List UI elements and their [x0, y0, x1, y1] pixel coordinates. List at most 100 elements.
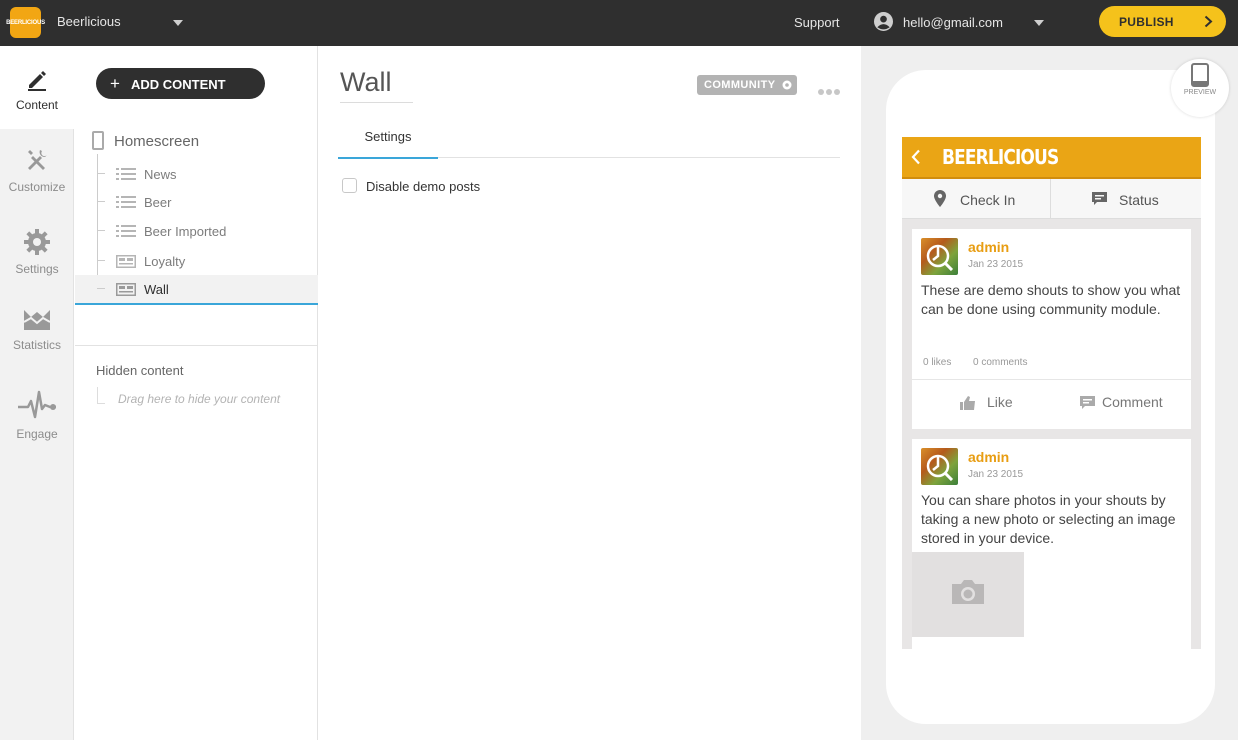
preview-label: PREVIEW — [1183, 89, 1217, 96]
check-in-label: Check In — [960, 192, 1016, 208]
editor-panel: Wall COMMUNITY Settings Disable demo pos… — [319, 46, 861, 740]
add-content-button[interactable]: + ADD CONTENT — [96, 68, 265, 99]
check-in-button[interactable]: Check In — [902, 179, 1051, 219]
add-content-label: ADD CONTENT — [131, 77, 226, 92]
action-bar: Check In Status — [902, 179, 1201, 219]
tab-settings[interactable]: Settings — [338, 126, 438, 159]
publish-label: PUBLISH — [1119, 15, 1174, 29]
tree-branch — [97, 201, 105, 202]
support-link[interactable]: Support — [794, 15, 840, 30]
tree-branch — [97, 260, 105, 261]
pen-icon — [28, 71, 46, 91]
card-icon — [116, 255, 136, 268]
post-author[interactable]: admin — [968, 449, 1009, 465]
checkbox-label[interactable]: Disable demo posts — [366, 179, 480, 194]
post-card: admin Jan 23 2015 You can share photos i… — [912, 439, 1191, 649]
title-underline — [340, 102, 413, 103]
tree-item-wall[interactable]: Wall — [75, 275, 318, 305]
tree-item-label: News — [144, 167, 177, 182]
likes-count: 0 likes — [923, 357, 952, 368]
gear-icon — [782, 80, 792, 90]
tree-branch — [97, 173, 105, 174]
list-icon — [116, 225, 136, 237]
user-email[interactable]: hello@gmail.com — [903, 15, 1003, 30]
publish-button[interactable]: PUBLISH — [1099, 6, 1226, 37]
thumbs-up-icon — [960, 396, 975, 410]
comment-label: Comment — [1102, 394, 1163, 410]
app-selector-name[interactable]: Beerlicious — [57, 14, 121, 29]
post-date: Jan 23 2015 — [968, 259, 1024, 270]
back-arrow-icon[interactable] — [911, 149, 921, 165]
post-author[interactable]: admin — [968, 239, 1009, 255]
post-text: You can share photos in your shouts by t… — [921, 492, 1176, 546]
tree-item-beer[interactable]: Beer — [75, 188, 318, 216]
user-icon[interactable] — [874, 12, 893, 31]
module-badge[interactable]: COMMUNITY — [697, 75, 797, 95]
content-tree-panel: + ADD CONTENT Homescreen News Beer Beer … — [75, 46, 318, 740]
plus-icon: + — [110, 74, 120, 93]
nav-label: Statistics — [12, 338, 61, 352]
tree-item-label: Loyalty — [144, 254, 186, 269]
tree-item-label: Wall — [144, 282, 169, 297]
nav-content[interactable]: Content — [0, 46, 74, 129]
gear-icon — [24, 229, 50, 255]
top-bar: BEERLICIOUS Beerlicious Support hello@gm… — [0, 0, 1238, 46]
post-date: Jan 23 2015 — [968, 469, 1024, 480]
main-nav: Content Customize Settings Statistics En… — [0, 46, 74, 740]
phone-frame: BEERLICIOUS Check In Status admin Jan 23… — [886, 70, 1215, 724]
tree-branch — [97, 288, 105, 289]
tree-item-label: Beer — [144, 195, 172, 210]
nav-label: Content — [15, 98, 59, 112]
avatar — [921, 238, 958, 275]
chart-icon — [23, 310, 51, 330]
hidden-content-dropzone[interactable]: Drag here to hide your content — [118, 392, 280, 406]
tree-item-news[interactable]: News — [75, 160, 318, 188]
tree-item-label: Beer Imported — [144, 224, 227, 239]
post-text: These are demo shouts to show you what c… — [921, 282, 1181, 317]
tree-branch — [97, 230, 105, 231]
nav-label: Settings — [15, 262, 59, 276]
card-icon — [116, 283, 136, 296]
hidden-content-title: Hidden content — [96, 363, 184, 378]
status-button[interactable]: Status — [1052, 179, 1201, 219]
app-header-title: BEERLICIOUS — [942, 145, 1059, 169]
preview-panel: BEERLICIOUS Check In Status admin Jan 23… — [861, 46, 1238, 740]
phone-icon — [92, 131, 104, 150]
post-photo[interactable] — [912, 552, 1024, 637]
post-card: admin Jan 23 2015 These are demo shouts … — [912, 229, 1191, 429]
chevron-down-icon[interactable] — [173, 20, 183, 26]
status-label: Status — [1119, 192, 1159, 208]
page-title[interactable]: Wall — [340, 67, 392, 98]
disable-demo-posts-checkbox[interactable] — [342, 178, 357, 193]
app-logo[interactable]: BEERLICIOUS — [6, 7, 45, 38]
chat-icon — [1092, 192, 1107, 205]
homescreen-root[interactable]: Homescreen — [114, 133, 199, 150]
tree-connector — [97, 387, 98, 403]
nav-label: Engage — [16, 427, 58, 441]
tree-item-loyalty[interactable]: Loyalty — [75, 247, 318, 275]
tree-item-beer-imported[interactable]: Beer Imported — [75, 217, 318, 245]
nav-statistics[interactable]: Statistics — [0, 306, 74, 366]
location-pin-icon — [934, 190, 946, 207]
nav-label: Customize — [8, 180, 66, 194]
tools-icon — [28, 150, 47, 170]
comment-icon — [1080, 396, 1095, 409]
more-options-icon[interactable] — [818, 82, 842, 100]
tree-branch — [97, 403, 105, 404]
preview-button[interactable]: PREVIEW — [1171, 59, 1229, 117]
logo-icon — [926, 454, 954, 481]
phone-screen: BEERLICIOUS Check In Status admin Jan 23… — [902, 137, 1201, 649]
divider — [75, 345, 318, 346]
logo-icon — [926, 244, 954, 271]
phone-icon — [1191, 63, 1209, 87]
divider — [912, 379, 1191, 380]
list-icon — [116, 196, 136, 208]
nav-engage[interactable]: Engage — [0, 389, 74, 449]
badge-label: COMMUNITY — [704, 79, 776, 91]
like-label: Like — [987, 394, 1013, 410]
pulse-icon — [18, 390, 56, 419]
nav-customize[interactable]: Customize — [0, 146, 74, 206]
nav-settings[interactable]: Settings — [0, 228, 74, 288]
avatar — [921, 448, 958, 485]
chevron-down-icon[interactable] — [1034, 20, 1044, 26]
